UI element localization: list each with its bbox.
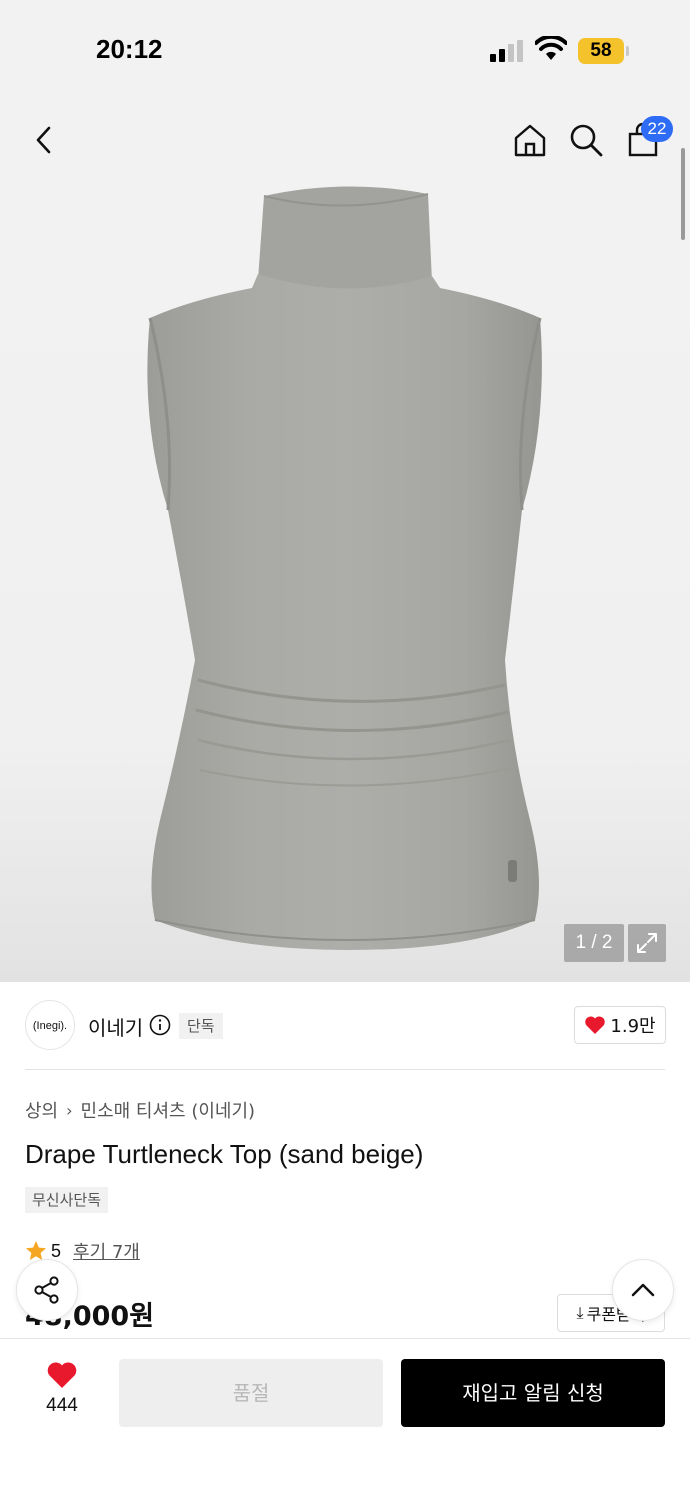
chevron-left-icon bbox=[36, 126, 51, 154]
scroll-indicator bbox=[681, 148, 685, 240]
rating-value: 5 bbox=[51, 1240, 62, 1261]
status-bar: 20:12 58 bbox=[0, 0, 690, 100]
musinsa-exclusive-tag: 무신사단독 bbox=[25, 1187, 109, 1213]
share-icon bbox=[34, 1276, 59, 1304]
breadcrumb-item-top[interactable]: 상의 bbox=[25, 1097, 58, 1123]
heart-icon bbox=[585, 1016, 606, 1034]
brand-like-button[interactable]: 1.9만 bbox=[574, 1006, 666, 1044]
wishlist-count: 444 bbox=[46, 1395, 78, 1416]
search-button[interactable] bbox=[564, 118, 608, 162]
product-photo-turtleneck bbox=[147, 186, 542, 950]
restock-alert-button[interactable]: 재입고 알림 신청 bbox=[401, 1359, 665, 1427]
image-counter: 1 / 2 bbox=[564, 924, 624, 962]
scroll-to-top-button[interactable] bbox=[612, 1259, 674, 1321]
expand-image-button[interactable] bbox=[628, 924, 666, 962]
signal-icon bbox=[490, 40, 523, 62]
bottom-action-bar: 444 품절 재입고 알림 신청 bbox=[0, 1338, 690, 1500]
info-icon[interactable] bbox=[149, 1014, 171, 1036]
product-title: Drape Turtleneck Top (sand beige) bbox=[25, 1139, 424, 1169]
home-button[interactable] bbox=[508, 118, 552, 162]
breadcrumb-item-category[interactable]: 민소매 티셔츠 (이네기) bbox=[81, 1097, 256, 1123]
wifi-icon bbox=[535, 36, 567, 60]
brand-name[interactable]: 이네기 bbox=[88, 1012, 143, 1041]
breadcrumb: 상의 › 민소매 티셔츠 (이네기) bbox=[25, 1097, 255, 1123]
review-link[interactable]: 후기 7개 bbox=[73, 1238, 140, 1264]
battery-indicator: 58 bbox=[578, 38, 624, 64]
download-icon: ⤓ bbox=[576, 1303, 584, 1322]
exclusive-tag: 단독 bbox=[179, 1013, 223, 1039]
back-button[interactable] bbox=[22, 118, 66, 162]
search-icon bbox=[570, 124, 603, 157]
soldout-button[interactable]: 품절 bbox=[119, 1359, 383, 1427]
brand-like-count: 1.9만 bbox=[610, 1016, 656, 1037]
heart-icon bbox=[47, 1362, 77, 1388]
divider bbox=[25, 1069, 665, 1070]
status-time: 20:12 bbox=[96, 34, 163, 64]
wishlist-button[interactable]: 444 bbox=[30, 1361, 94, 1431]
chevron-up-icon bbox=[631, 1283, 655, 1297]
product-image[interactable] bbox=[0, 180, 690, 982]
cart-count-badge: 22 bbox=[641, 116, 673, 142]
brand-row: (Inegi). 이네기 단독 1.9만 bbox=[0, 982, 690, 1070]
battery-tip bbox=[626, 46, 629, 56]
home-icon bbox=[514, 124, 546, 157]
expand-icon bbox=[637, 933, 657, 953]
brand-logo[interactable]: (Inegi). bbox=[25, 1000, 75, 1050]
chevron-right-icon: › bbox=[66, 1100, 73, 1120]
share-button[interactable] bbox=[16, 1259, 78, 1321]
